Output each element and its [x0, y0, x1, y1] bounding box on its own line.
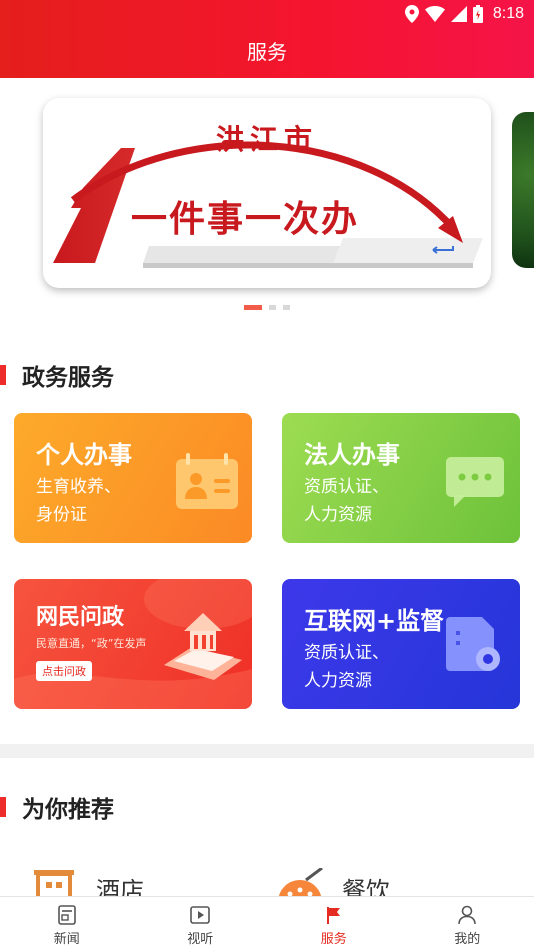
bottom-tab-bar: 新闻 视听 服务 我的 — [0, 896, 534, 950]
wifi-icon — [424, 6, 445, 22]
service-page: 8:18 服务 洪江市 一件事一次办 政务服务 个人办事 生育收养、 身份证 法… — [0, 0, 534, 950]
recommend-section-header: 为你推荐 — [0, 790, 114, 824]
section-accent-bar — [0, 365, 6, 385]
status-time: 8:18 — [492, 5, 524, 22]
personal-card-desc: 生育收养、 身份证 — [36, 473, 121, 529]
netizen-inquiry-button[interactable]: 点击问政 — [36, 661, 92, 681]
personal-card-line1: 生育收养、 — [36, 477, 121, 497]
tab-label-news: 新闻 — [53, 932, 80, 947]
gov-section-title: 政务服务 — [22, 365, 114, 391]
tab-news[interactable]: 新闻 — [0, 897, 134, 950]
signal-icon — [450, 6, 467, 22]
video-icon — [190, 906, 211, 924]
document-settings-icon — [446, 617, 500, 671]
internet-card-title: 互联网+监督 — [304, 607, 445, 635]
news-icon — [57, 905, 76, 925]
carousel-dots — [0, 305, 534, 310]
legal-affairs-card[interactable]: 法人办事 资质认证、 人力资源 — [282, 413, 520, 543]
section-accent-bar — [0, 797, 6, 817]
tab-label-profile: 我的 — [454, 932, 481, 947]
tab-video[interactable]: 视听 — [134, 897, 268, 950]
flag-icon — [326, 907, 340, 924]
netizen-inquiry-card[interactable]: 网民问政 民意直通，“政”在发声 点击问政 — [14, 579, 252, 709]
banner-city: 洪江市 — [215, 123, 318, 156]
netizen-card-title: 网民问政 — [36, 605, 125, 630]
id-card-icon — [176, 453, 238, 509]
carousel-dot[interactable] — [269, 305, 276, 310]
tab-profile[interactable]: 我的 — [401, 897, 534, 950]
legal-card-desc: 资质认证、 人力资源 — [304, 473, 389, 529]
legal-card-title: 法人办事 — [304, 441, 400, 469]
legal-card-line1: 资质认证、 — [304, 477, 389, 497]
status-bar: 8:18 — [0, 0, 534, 28]
internet-card-line1: 资质认证、 — [304, 643, 389, 663]
carousel-dot[interactable] — [283, 305, 290, 310]
personal-affairs-card[interactable]: 个人办事 生育收养、 身份证 — [14, 413, 252, 543]
carousel-dot-active[interactable] — [244, 305, 262, 310]
status-icons: 8:18 — [404, 3, 524, 25]
banner-carousel[interactable]: 洪江市 一件事一次办 — [0, 78, 534, 323]
internet-supervision-card[interactable]: 互联网+监督 资质认证、 人力资源 — [282, 579, 520, 709]
banner-next-slide[interactable] — [512, 112, 534, 268]
app-header: 8:18 服务 — [0, 0, 534, 78]
personal-card-title: 个人办事 — [36, 441, 132, 469]
personal-card-line2: 身份证 — [36, 505, 87, 525]
chat-bubble-icon — [446, 457, 504, 507]
netizen-card-subtitle: 民意直通，“政”在发声 — [36, 637, 147, 650]
tab-label-video: 视听 — [187, 932, 214, 947]
internet-card-desc: 资质认证、 人力资源 — [304, 639, 389, 695]
banner-slogan: 一件事一次办 — [131, 198, 360, 240]
government-building-icon — [164, 613, 242, 680]
tab-label-service: 服务 — [320, 932, 347, 947]
tab-service[interactable]: 服务 — [267, 897, 401, 950]
profile-icon — [458, 905, 477, 925]
page-title: 服务 — [247, 40, 287, 64]
section-divider — [0, 744, 534, 758]
location-icon — [404, 5, 419, 23]
battery-icon — [472, 5, 483, 23]
internet-card-line2: 人力资源 — [304, 671, 372, 691]
legal-card-line2: 人力资源 — [304, 505, 372, 525]
gov-section-header: 政务服务 — [0, 358, 114, 392]
banner-slide[interactable]: 洪江市 一件事一次办 — [43, 98, 491, 288]
recommend-section-title: 为你推荐 — [22, 797, 114, 823]
